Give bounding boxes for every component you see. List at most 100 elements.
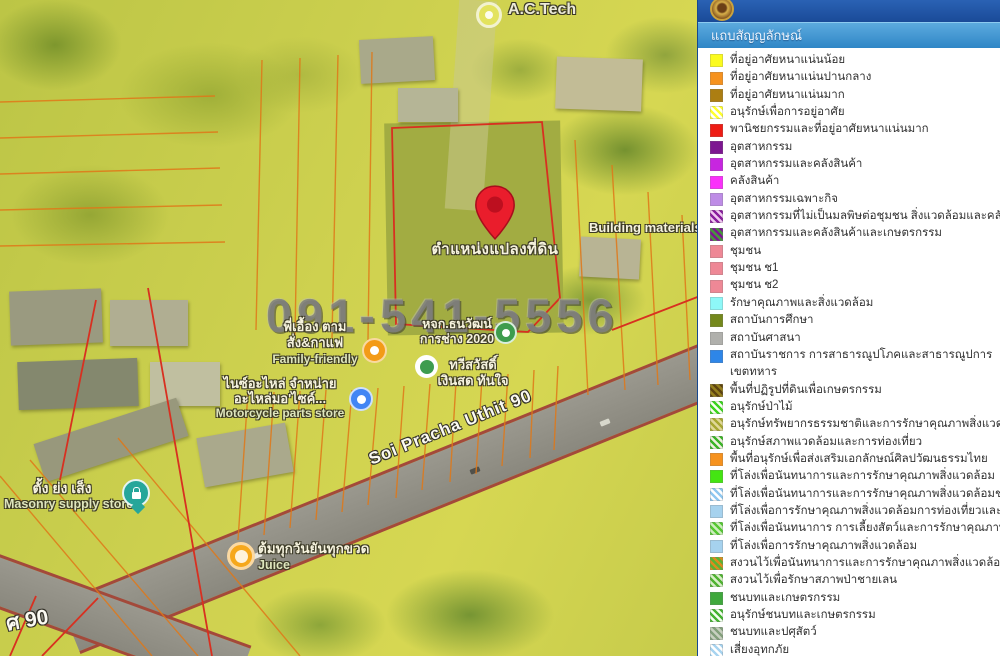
- legend-swatch: [710, 123, 723, 137]
- legend-item: อุตสาหกรรมเฉพาะกิจ: [710, 191, 1000, 208]
- map-canvas[interactable]: 091-541-5556 A.C.Tech ตำแหน่งแปลงที่ดิน …: [0, 0, 700, 656]
- moto-parts-poi-icon[interactable]: [349, 387, 373, 411]
- cash-shop-label-line2: เงินสด ทันใจ: [437, 373, 509, 388]
- legend-swatch: [710, 88, 723, 102]
- moto-parts-label[interactable]: ไนซ์อะไหล่ จำหน่าย อะไหล่มอ'ไซค์... Moto…: [205, 376, 355, 421]
- juice-poi-dot: [234, 549, 248, 563]
- legend-swatch: [710, 453, 723, 467]
- legend-item: ชุมชน ช2: [710, 277, 1000, 294]
- legend-swatch: [710, 279, 723, 293]
- actech-poi-dot: [485, 11, 493, 19]
- legend-item: สงวนไว้เพื่อรักษาสภาพป่าชายเลน: [710, 572, 1000, 589]
- legend-item-label: อนุรักษ์เพื่อการอยู่อาศัย: [730, 106, 845, 119]
- legend-item: สถาบันการศึกษา: [710, 312, 1000, 329]
- legend-item-label: สถาบันศาสนา: [730, 331, 801, 344]
- legend-swatch: [710, 175, 723, 189]
- cafe-label-line2: สั่ง&กาแฟ: [286, 335, 344, 350]
- legend-item-label: สถาบันราชการ การสาธารณูปโภคและสาธารณูปกา…: [730, 348, 993, 379]
- legend-item: อนุรักษ์ป่าไม้: [710, 399, 1000, 416]
- legend-item-label: อุตสาหกรรมเฉพาะกิจ: [730, 192, 839, 205]
- legend-swatch: [710, 539, 723, 553]
- legend-panel: แถบสัญญลักษณ์ ที่อยู่อาศัยหนาแน่นน้อย ที่…: [697, 0, 1000, 656]
- legend-swatch: [710, 296, 723, 310]
- panel-titlebar: [698, 0, 1000, 22]
- juice-label-line1: ต้มทุกวันยันทุกขวด: [258, 541, 370, 556]
- juice-poi-icon[interactable]: [227, 542, 255, 570]
- workshop-poi-dot: [501, 328, 510, 337]
- legend-item-label: อนุรักษ์สภาพแวดล้อมและการท่องเที่ยว: [730, 435, 923, 448]
- legend-item-label: สงวนไว้เพื่อรักษาสภาพป่าชายเลน: [730, 574, 898, 587]
- cash-shop-label[interactable]: ทวีสวัสดิ์ เงินสด ทันใจ: [428, 357, 518, 389]
- legend-item-label: ที่โล่งเพื่อนันทนาการและการรักษาคุณภาพสิ…: [730, 487, 1000, 500]
- legend-item-label: ชนบทและเกษตรกรรม: [730, 591, 841, 604]
- legend-item: สงวนไว้เพื่อนันทนาการและการรักษาคุณภาพสิ…: [710, 555, 1000, 572]
- app-window: 091-541-5556 A.C.Tech ตำแหน่งแปลงที่ดิน …: [0, 0, 1000, 656]
- legend-swatch: [710, 435, 723, 449]
- lock-icon: [131, 487, 141, 499]
- legend-item: อุตสาหกรรม: [710, 139, 1000, 156]
- cafe-poi-dot: [370, 346, 379, 355]
- location-pin-icon[interactable]: [472, 184, 518, 242]
- legend-swatch: [710, 331, 723, 345]
- actech-poi-icon[interactable]: [476, 2, 502, 28]
- legend-item: พานิชยกรรมและที่อยู่อาศัยหนาแน่นมาก: [710, 121, 1000, 138]
- legend-item-label: ที่โล่งเพื่อนันทนาการและการรักษาคุณภาพสิ…: [730, 470, 995, 483]
- masonry-label-line1: ตั้ง ย่ง เส็ง: [32, 480, 92, 496]
- legend-item: อุตสาหกรรมที่ไม่เป็นมลพิษต่อชุมชน สิ่งแว…: [710, 208, 1000, 225]
- masonry-poi-pin[interactable]: [122, 479, 150, 515]
- legend-item-label: ที่โล่งเพื่อนันทนาการ การเลี้ยงสัตว์และก…: [730, 522, 1000, 535]
- legend-item: ที่โล่งเพื่อการรักษาคุณภาพสิ่งแวดล้อมการ…: [710, 503, 1000, 520]
- legend-item-label: พานิชยกรรมและที่อยู่อาศัยหนาแน่นมาก: [730, 123, 929, 136]
- legend-swatch: [710, 192, 723, 206]
- legend-swatch: [710, 140, 723, 154]
- legend-swatch: [710, 557, 723, 571]
- legend-swatch: [710, 349, 723, 363]
- legend-list[interactable]: ที่อยู่อาศัยหนาแน่นน้อย ที่อยู่อาศัยหนาแน…: [698, 48, 1000, 656]
- legend-swatch: [710, 244, 723, 258]
- legend-item: ชนบทและเกษตรกรรม: [710, 590, 1000, 607]
- legend-item-label: พื้นที่อนุรักษ์เพื่อส่งเสริมเอกลักษณ์ศิล…: [730, 452, 988, 465]
- legend-item: ที่โล่งเพื่อการรักษาคุณภาพสิ่งแวดล้อม: [710, 538, 1000, 555]
- legend-swatch: [710, 227, 723, 241]
- legend-item-label: ที่อยู่อาศัยหนาแน่นปานกลาง: [730, 71, 872, 84]
- legend-swatch: [710, 505, 723, 519]
- juice-label[interactable]: ต้มทุกวันยันทุกขวด Juice: [258, 541, 403, 573]
- legend-item-label: ที่โล่งเพื่อการรักษาคุณภาพสิ่งแวดล้อม: [730, 539, 918, 552]
- legend-item-label: อนุรักษ์ชนบทและเกษตรกรรม: [730, 609, 876, 621]
- legend-swatch: [710, 54, 723, 68]
- legend-item: เสี่ยงอุทกภัย: [710, 642, 1000, 656]
- moto-parts-label-line2: อะไหล่มอ'ไซค์...: [233, 391, 327, 406]
- legend-swatch: [710, 470, 723, 484]
- legend-swatch: [710, 158, 723, 172]
- building-materials-label[interactable]: Building materials: [589, 220, 700, 235]
- legend-item-label: อุตสาหกรรมและคลังสินค้า: [730, 158, 863, 171]
- legend-swatch: [710, 609, 723, 623]
- masonry-label[interactable]: ตั้ง ย่ง เส็ง Masonry supply store: [4, 480, 134, 512]
- legend-item: สถาบันราชการ การสาธารณูปโภคและสาธารณูปกา…: [710, 347, 1000, 382]
- legend-item-label: สถาบันการศึกษา: [730, 314, 814, 327]
- legend-swatch: [710, 262, 723, 276]
- moto-parts-label-line3: Motorcycle parts store: [215, 406, 345, 420]
- legend-item: อนุรักษ์เพื่อการอยู่อาศัย: [710, 104, 1000, 121]
- legend-swatch: [710, 106, 723, 120]
- legend-swatch: [710, 383, 723, 397]
- juice-label-line2: Juice: [258, 558, 290, 572]
- legend-swatch: [710, 574, 723, 588]
- legend-item: ที่โล่งเพื่อนันทนาการ การเลี้ยงสัตว์และก…: [710, 520, 1000, 537]
- legend-item-label: อุตสาหกรรมและคลังสินค้าและเกษตรกรรม: [730, 227, 943, 240]
- parcel-position-label: ตำแหน่งแปลงที่ดิน: [431, 241, 559, 258]
- masonry-label-line2: Masonry supply store: [4, 497, 134, 511]
- cafe-poi-icon[interactable]: [362, 338, 387, 363]
- legend-item: พื้นที่ปฏิรูปที่ดินเพื่อเกษตรกรรม: [710, 382, 1000, 399]
- legend-swatch: [710, 522, 723, 536]
- cafe-label-line1: พี่เอื้อง ตาม: [283, 319, 347, 334]
- legend-item-label: อนุรักษ์ทรัพยากรธรรมชาติและการรักษาคุณภา…: [730, 418, 1000, 431]
- workshop-poi-icon[interactable]: [494, 321, 517, 344]
- legend-swatch: [710, 487, 723, 501]
- actech-label[interactable]: A.C.Tech: [508, 1, 576, 19]
- legend-item-label: ชนบทและปศุสัตว์: [730, 626, 817, 639]
- cafe-label[interactable]: พี่เอื้อง ตาม สั่ง&กาแฟ Family-friendly: [260, 319, 370, 367]
- legend-item: พื้นที่อนุรักษ์เพื่อส่งเสริมเอกลักษณ์ศิล…: [710, 451, 1000, 468]
- legend-swatch: [710, 314, 723, 328]
- app-emblem-logo: [710, 0, 734, 21]
